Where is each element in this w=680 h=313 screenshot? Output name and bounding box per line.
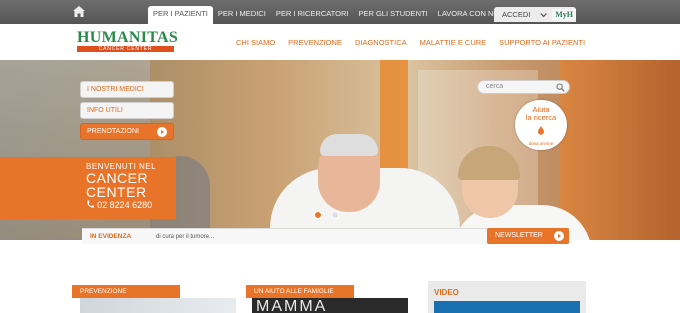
btn-prenotazioni[interactable]: PRENOTAZIONI [80,123,174,140]
card-famiglie-tab[interactable]: UN AIUTO ALLE FAMIGLIE [246,285,354,298]
search-icon[interactable] [556,83,565,92]
card-prevenzione-tab[interactable]: PREVENZIONE [72,285,180,298]
welcome-line2: CANCER [86,170,149,186]
humanitas-logo[interactable]: HUMANITAS CANCER CENTER [77,29,179,52]
nav-malattie[interactable]: MALATTIE E CURE [420,38,487,47]
arrow-right-icon [157,127,167,137]
toplink-ricercatori[interactable]: PER I RICERCATORI [271,6,354,24]
aiuta-ricerca-badge[interactable]: Aiuta la ricerca dona on-line [515,100,567,150]
btn-prenotazioni-label: PRENOTAZIONI [87,128,139,135]
chevron-down-icon[interactable] [539,10,548,20]
card-famiglie-image[interactable]: MAMMA [252,298,408,313]
nav-prevenzione[interactable]: PREVENZIONE [288,38,342,47]
toplink-medici[interactable]: PER I MEDICI [213,6,271,24]
video-thumbnail[interactable] [434,301,580,313]
search-input[interactable]: cerca [477,80,570,94]
welcome-phone-row: 02 8224 6280 [86,199,176,211]
card-mamma-text: MAMMA [256,298,328,313]
card-prevenzione-label: PREVENZIONE [80,288,127,295]
doctor-male-hair [320,134,378,156]
slider-dot-1[interactable] [314,211,322,219]
aiuta-line3: dona on-line [528,141,554,146]
btn-nostri-medici-label: I NOSTRI MEDICI [87,86,144,93]
aiuta-line2: la ricerca [525,113,557,122]
nav-chi-siamo[interactable]: CHI SIAMO [236,38,275,47]
home-icon[interactable] [73,6,85,17]
main-nav: CHI SIAMO PREVENZIONE DIAGNOSTICA MALATT… [236,38,598,47]
drop-icon [538,126,544,135]
slider-dot-2[interactable] [331,211,339,219]
in-evidenza-ticker[interactable]: di cura per il tumore... [156,234,214,240]
in-evidenza-label: IN EVIDENZA [90,233,132,240]
site-header: HUMANITAS CANCER CENTER CHI SIAMO PREVEN… [0,24,680,60]
card-prevenzione-image[interactable] [80,298,236,313]
welcome-line3: CENTER [86,184,147,200]
btn-nostri-medici[interactable]: I NOSTRI MEDICI [80,81,174,98]
newsletter-button[interactable]: NEWSLETTER [487,228,569,244]
nav-diagnostica[interactable]: DIAGNOSTICA [355,38,407,47]
login-button[interactable]: ACCEDI [494,10,539,19]
btn-info-utili[interactable]: INFO UTILI [80,102,174,119]
top-bar: PER I PAZIENTI PER I MEDICI PER I RICERC… [0,0,680,24]
phone-icon [87,200,94,208]
card-famiglie-label: UN AIUTO ALLE FAMIGLIE [254,288,334,295]
myh-link[interactable]: MyH [552,9,576,20]
search-placeholder: cerca [486,83,504,90]
login-box: ACCEDI MyH [494,7,576,22]
welcome-box: BENVENUTI NEL CANCER CENTER 02 8224 6280 [0,157,176,219]
toplink-studenti[interactable]: PER GLI STUDENTI [353,6,432,24]
newsletter-label: NEWSLETTER [495,232,543,239]
nav-supporto[interactable]: SUPPORTO AI PAZIENTI [499,38,585,47]
logo-subtitle: CANCER CENTER [77,46,174,52]
toplink-pazienti[interactable]: PER I PAZIENTI [148,6,213,24]
arrow-right-icon [554,231,564,241]
logo-text: HUMANITAS [77,29,179,46]
video-label: VIDEO [434,288,459,297]
hero-wall-right [560,60,680,240]
audience-nav: PER I PAZIENTI PER I MEDICI PER I RICERC… [148,6,506,24]
btn-info-utili-label: INFO UTILI [87,107,123,114]
video-box: VIDEO [428,281,586,313]
welcome-phone[interactable]: 02 8224 6280 [97,200,152,210]
